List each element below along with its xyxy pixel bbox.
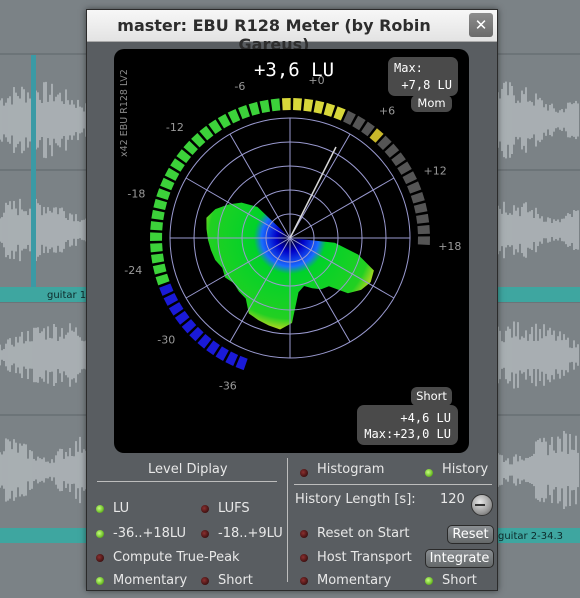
host-transport-label: Host Transport (317, 550, 412, 565)
knob-indicator-icon (475, 504, 485, 506)
led-segment (248, 101, 260, 116)
short-label: Short (218, 573, 253, 588)
led-segment (238, 105, 250, 120)
scale-label: +6 (379, 105, 395, 118)
track-label-guitar2: guitar 2-34.3 (498, 531, 563, 542)
history-length-label: History Length [s]: (295, 492, 416, 507)
led-segment (293, 98, 302, 111)
led-segment (303, 98, 314, 112)
max-label: Max: (394, 61, 423, 75)
led-icon (201, 505, 209, 513)
reset-on-start-label: Reset on Start (317, 526, 410, 541)
led-icon (300, 554, 308, 562)
histogram-label: Histogram (317, 462, 385, 477)
scale-label: -36 (219, 379, 237, 392)
led-segment (323, 102, 336, 117)
radar-meter: -36 -30 -24 -18 -12 -6 +0 +6 +12 +18 x42 EBU R128… (114, 49, 469, 453)
led-segment (155, 273, 170, 286)
led-icon (425, 469, 433, 477)
scale-label: -6 (234, 80, 245, 93)
led-segment (333, 106, 346, 121)
led-segment (151, 253, 165, 264)
led-segment (163, 293, 179, 306)
led-icon (300, 530, 308, 538)
reset-button[interactable]: Reset (447, 525, 494, 544)
short-tag: Short (411, 387, 452, 406)
scale-label: -18 (127, 187, 145, 200)
led-segment (160, 177, 175, 191)
led-segment (150, 232, 163, 242)
history-length-knob[interactable] (471, 494, 493, 516)
max-momentary-box: Max: +7,8 LU (388, 57, 458, 96)
history-panel: Histogram History History Length [s]: 12… (288, 458, 497, 588)
led-icon (300, 577, 308, 585)
range1-label: -36..+18LU (113, 526, 187, 541)
led-icon (96, 505, 104, 513)
led-segment (343, 110, 356, 126)
track-label-guitar1: guitar 1 (47, 290, 86, 301)
led-segment (313, 100, 325, 114)
led-segment (402, 171, 417, 185)
title-bar[interactable]: master: EBU R128 Meter (by Robin Gareus)… (87, 10, 497, 54)
history-length-value: 120 (440, 492, 465, 507)
led-segment (407, 181, 422, 194)
led-icon (425, 577, 433, 585)
close-button[interactable]: ✕ (469, 13, 493, 37)
momentary-label: Momentary (113, 573, 188, 588)
loudness-readout: +3,6 LU (253, 59, 335, 81)
led-segment (153, 198, 168, 210)
scale-label: +18 (438, 240, 461, 253)
heading-underline (97, 481, 277, 482)
led-segment (150, 243, 163, 253)
led-segment (151, 209, 165, 221)
level-display-panel: Level Diplay LU LUFS -36..+18LU -18..+9L… (87, 458, 287, 588)
lu-label: LU (113, 501, 130, 516)
led-segment (159, 283, 174, 296)
history-momentary-label: Momentary (317, 573, 392, 588)
led-segment (227, 109, 241, 124)
led-segment (152, 263, 167, 275)
history-label: History (442, 462, 489, 477)
short-value: +4,6 LU (400, 411, 451, 425)
led-segment (225, 351, 239, 366)
led-icon (96, 577, 104, 585)
level-display-heading: Level Diplay (148, 462, 228, 477)
ebu-meter-window: master: EBU R128 Meter (by Robin Gareus)… (86, 9, 498, 591)
lufs-label: LUFS (218, 501, 250, 516)
led-segment (235, 355, 248, 371)
led-icon (96, 530, 104, 538)
led-segment (270, 98, 281, 112)
grid-spoke (289, 133, 351, 239)
short-term-box: +4,6 LU Max:+23,0 LU (357, 405, 458, 445)
integrate-button[interactable]: Integrate (425, 549, 494, 568)
history-separator (294, 484, 492, 485)
led-segment (413, 202, 428, 214)
history-short-label: Short (442, 573, 477, 588)
scale-label: +12 (424, 165, 447, 178)
led-segment (156, 188, 171, 200)
led-segment (417, 225, 430, 235)
range2-label: -18..+9LU (218, 526, 283, 541)
led-segment (410, 191, 425, 204)
led-segment (416, 213, 430, 224)
true-peak-label: Compute True-Peak (113, 550, 240, 565)
led-icon (201, 577, 209, 585)
led-icon (96, 554, 104, 562)
led-segment (150, 221, 163, 231)
scale-label: -24 (124, 264, 142, 277)
led-segment (259, 99, 271, 114)
max-value: +7,8 LU (401, 78, 452, 92)
scale-label: -12 (166, 121, 184, 134)
plugin-label: x42 EBU R128 LV2 (119, 69, 130, 157)
led-segment (164, 167, 180, 181)
led-segment (417, 236, 430, 246)
led-segment (281, 98, 291, 111)
short-max: Max:+23,0 LU (364, 427, 451, 441)
led-icon (201, 530, 209, 538)
mom-tag: Mom (411, 95, 452, 112)
scale-label: -30 (157, 333, 175, 346)
close-icon: ✕ (474, 16, 488, 34)
led-icon (300, 469, 308, 477)
